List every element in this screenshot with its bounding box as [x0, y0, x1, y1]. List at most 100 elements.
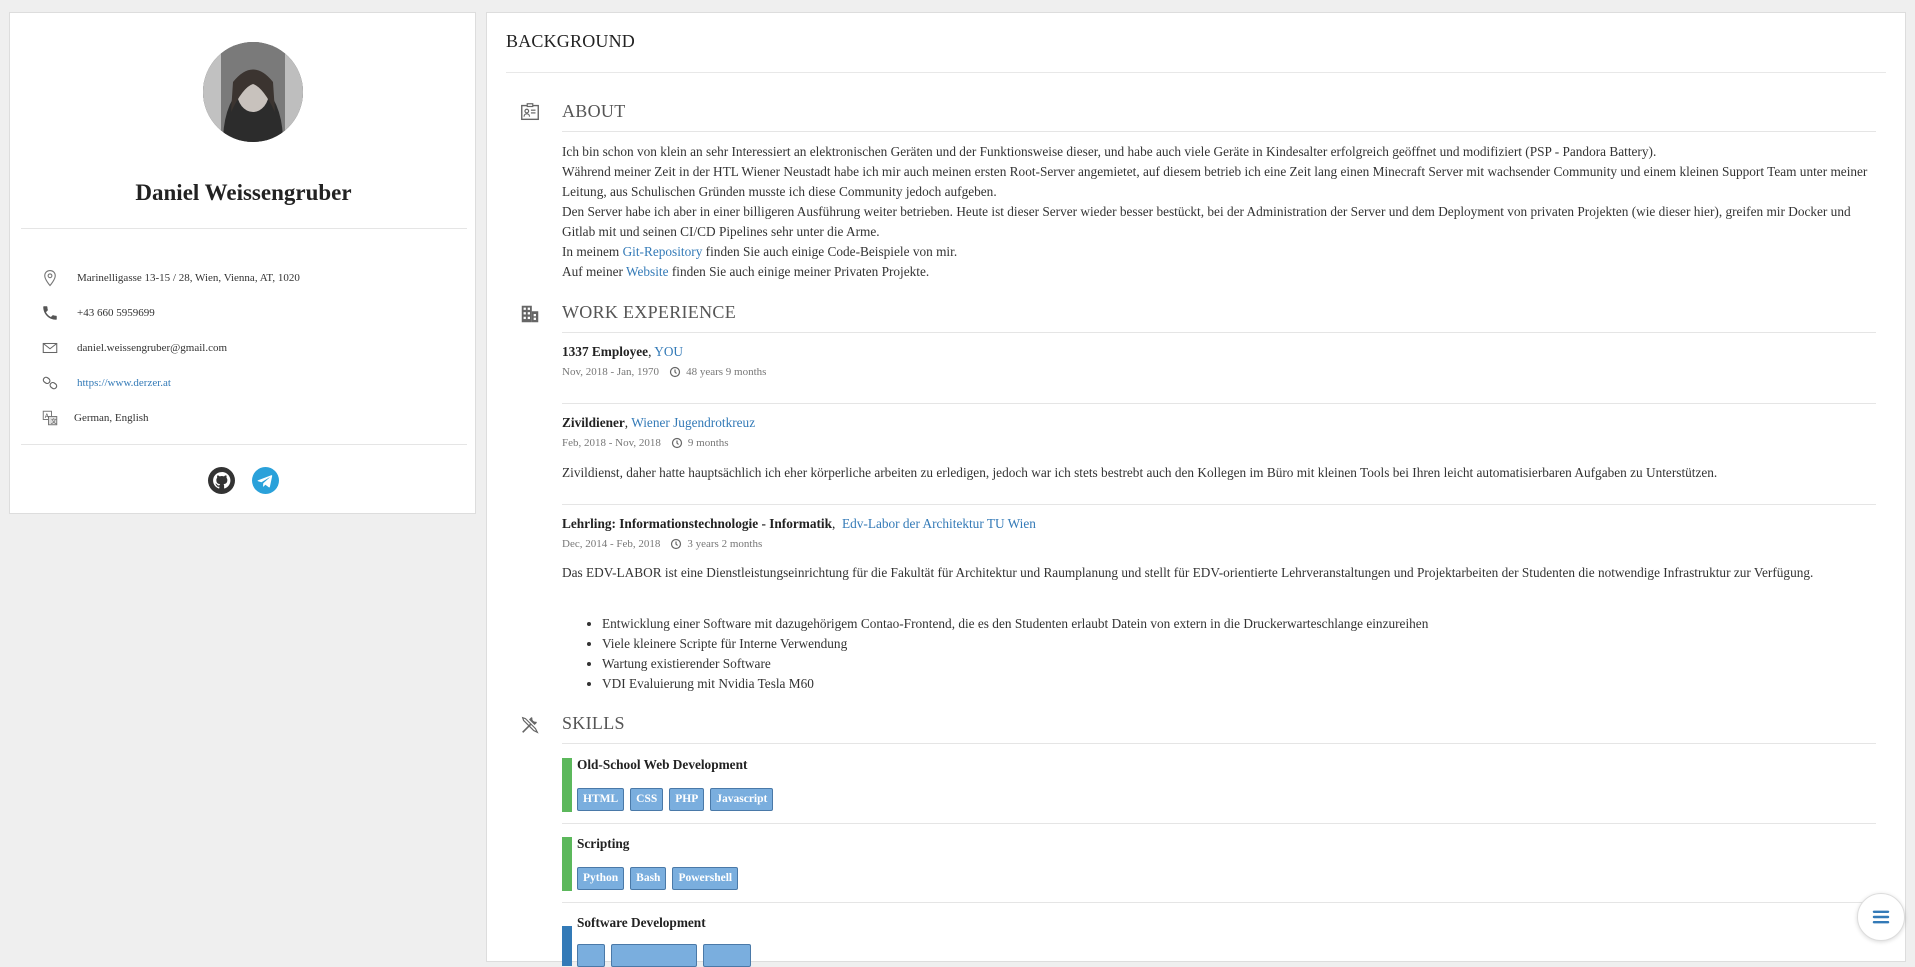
skill-tag: Javascript: [710, 788, 774, 811]
about-paragraph: Während meiner Zeit in der HTL Wiener Ne…: [562, 164, 1868, 199]
divider: [21, 228, 467, 229]
skill-tag: [611, 944, 697, 967]
job-meta: Dec, 2014 - Feb, 2018 3 years 2 months: [562, 538, 762, 550]
profile-name: Daniel Weissengruber: [135, 180, 352, 205]
skill-tag: Powershell: [672, 867, 739, 890]
tools-icon: [519, 714, 541, 736]
list-item: Entwicklung einer Software mit dazugehör…: [602, 614, 1428, 634]
skill-group-title: Software Development: [577, 915, 706, 930]
divider: [562, 332, 1876, 333]
git-repository-link[interactable]: Git-Repository: [623, 244, 703, 259]
list-item: Viele kleinere Scripte für Interne Verwe…: [602, 634, 1428, 654]
map-pin-icon: [40, 268, 60, 288]
divider: [562, 823, 1876, 824]
website-row: https://www.derzer.at: [40, 372, 171, 394]
skill-tag: HTML: [577, 788, 625, 811]
website-link[interactable]: https://www.derzer.at: [77, 377, 171, 389]
divider: [562, 403, 1876, 404]
job-dates: Feb, 2018 - Nov, 2018: [562, 437, 661, 449]
svg-text:文: 文: [51, 417, 57, 425]
phone-icon: [40, 303, 60, 323]
website-link[interactable]: Website: [626, 264, 669, 279]
job-duration: 9 months: [687, 437, 729, 449]
phone-text: +43 660 5959699: [77, 307, 155, 319]
about-paragraph: Auf meiner Website finden Sie auch einig…: [562, 262, 1882, 282]
job-description: Das EDV-LABOR ist eine Dienstleistungsei…: [562, 565, 1814, 580]
about-paragraph: Ich bin schon von klein an sehr Interess…: [562, 144, 1657, 159]
background-panel: BACKGROUND ABOUT Ich bin schon von klein…: [486, 12, 1906, 967]
skill-level-bar: [562, 758, 572, 812]
clock-icon: [669, 366, 681, 378]
section-heading-work: WORK EXPERIENCE: [562, 302, 736, 322]
job-dates: Dec, 2014 - Feb, 2018: [562, 538, 661, 550]
skill-tag: [703, 944, 751, 967]
menu-button[interactable]: [1857, 893, 1905, 941]
skill-tags: HTML CSS PHP Javascript: [577, 788, 774, 811]
section-heading-about: ABOUT: [562, 101, 626, 121]
section-heading-skills: SKILLS: [562, 713, 625, 733]
skill-tag: Bash: [630, 867, 667, 890]
building-icon: [519, 303, 541, 325]
languages-text: German, English: [74, 412, 149, 424]
job-task-list: Entwicklung einer Software mit dazugehör…: [562, 614, 1428, 694]
job-description: Zivildienst, daher hatte hauptsächlich i…: [562, 465, 1718, 480]
list-item: VDI Evaluierung mit Nvidia Tesla M60: [602, 674, 1428, 694]
link-icon: [40, 373, 60, 393]
skill-tag: Python: [577, 867, 625, 890]
text-fragment: Auf meiner: [562, 264, 627, 279]
id-card-icon: [519, 101, 541, 123]
avatar-photo: [203, 42, 303, 142]
text-fragment: finden Sie auch einige Code-Beispiele vo…: [702, 244, 958, 259]
skill-tag: CSS: [630, 788, 664, 811]
job-title: 1337 Employee, YOU: [562, 344, 684, 359]
page-title: BACKGROUND: [506, 31, 636, 51]
divider: [562, 504, 1876, 505]
text-fragment: finden Sie auch einige meiner Privaten P…: [668, 264, 930, 279]
telegram-icon[interactable]: [252, 467, 279, 494]
divider: [562, 743, 1876, 744]
skill-tag: [577, 944, 605, 967]
job-role: Zivildiener: [562, 415, 625, 430]
divider: [562, 902, 1876, 903]
job-role: Lehrling: Informationstechnologie - Info…: [562, 516, 832, 531]
job-meta: Nov, 2018 - Jan, 1970 48 years 9 months: [562, 366, 766, 378]
skill-tags: [577, 944, 751, 967]
skill-level-bar: [562, 837, 572, 891]
profile-card: Daniel Weissengruber Marinelligasse 13-1…: [9, 12, 476, 514]
job-meta: Feb, 2018 - Nov, 2018 9 months: [562, 437, 729, 449]
company-link[interactable]: YOU: [654, 344, 683, 359]
text-fragment: In meinem: [562, 244, 623, 259]
skill-level-bar: [562, 926, 572, 966]
job-role: 1337 Employee: [562, 344, 649, 359]
divider: [506, 72, 1886, 73]
envelope-icon: [40, 338, 60, 358]
divider: [562, 131, 1876, 132]
social-links: [10, 467, 477, 494]
job-duration: 3 years 2 months: [687, 538, 763, 550]
address-row: Marinelligasse 13-15 / 28, Wien, Vienna,…: [40, 267, 300, 289]
email-text: daniel.weissengruber@gmail.com: [77, 342, 228, 354]
job-title: Lehrling: Informationstechnologie - Info…: [562, 516, 1036, 531]
languages-row: A文 German, English: [40, 407, 149, 429]
about-text: Ich bin schon von klein an sehr Interess…: [562, 142, 1882, 282]
skill-group-title: Scripting: [577, 836, 630, 851]
divider: [21, 444, 467, 445]
github-icon[interactable]: [208, 467, 235, 494]
company-link[interactable]: Edv-Labor der Architektur TU Wien: [842, 516, 1036, 531]
clock-icon: [671, 437, 683, 449]
phone-row: +43 660 5959699: [40, 302, 155, 324]
job-dates: Nov, 2018 - Jan, 1970: [562, 366, 660, 378]
list-item: Wartung existierender Software: [602, 654, 1428, 674]
job-duration: 48 years 9 months: [686, 366, 767, 378]
avatar: [203, 42, 303, 142]
clock-icon: [671, 538, 682, 550]
address-text: Marinelligasse 13-15 / 28, Wien, Vienna,…: [77, 272, 300, 284]
company-link[interactable]: Wiener Jugendrotkreuz: [631, 415, 755, 430]
skill-tags: Python Bash Powershell: [577, 867, 739, 890]
skill-group-title: Old-School Web Development: [577, 757, 748, 772]
about-paragraph: Den Server habe ich aber in einer billig…: [562, 204, 1851, 239]
email-row: daniel.weissengruber@gmail.com: [40, 337, 227, 359]
hamburger-icon: [1872, 910, 1890, 924]
job-title: Zivildiener, Wiener Jugendrotkreuz: [562, 415, 756, 430]
skill-tag: PHP: [669, 788, 705, 811]
